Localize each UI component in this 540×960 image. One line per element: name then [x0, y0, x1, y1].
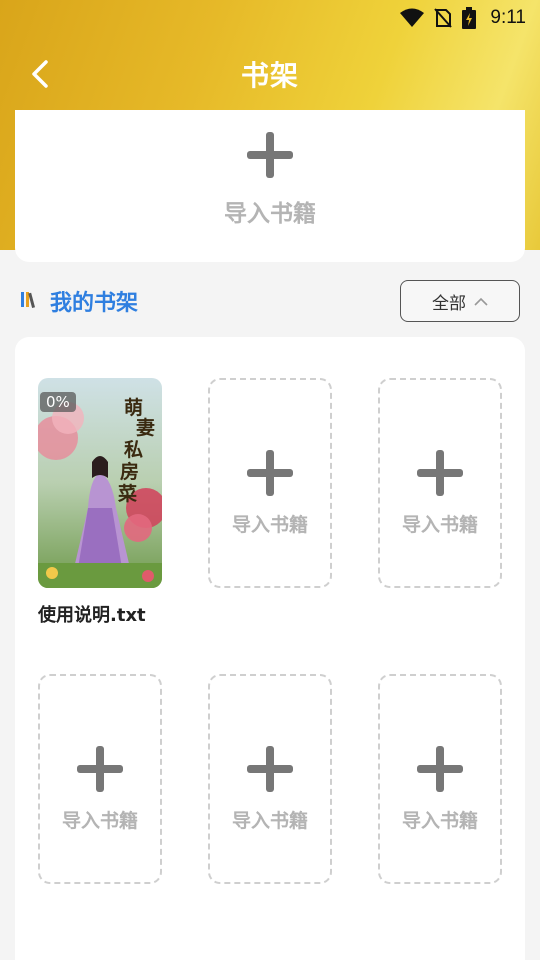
filter-dropdown[interactable]: 全部	[400, 280, 520, 322]
import-books-label: 导入书籍	[231, 810, 308, 832]
book-title[interactable]: 使用说明.txt	[38, 601, 146, 627]
shelf-header: 我的书架 全部	[20, 280, 520, 322]
book-cover[interactable]: 萌 妻 私 房 菜 0%	[38, 378, 162, 588]
battery-charging-icon	[462, 7, 477, 29]
books-icon	[20, 290, 38, 312]
import-books-label: 导入书籍	[61, 810, 138, 832]
no-sim-icon	[434, 8, 453, 28]
empty-import-slot[interactable]: 导入书籍	[208, 674, 332, 884]
status-time: 9:11	[490, 7, 526, 28]
plus-icon	[247, 450, 293, 496]
status-bar: 9:11	[0, 0, 540, 36]
progress-badge: 0%	[40, 392, 76, 412]
page-title: 书架	[240, 59, 299, 92]
plus-icon	[417, 450, 463, 496]
cover-title-char: 萌	[124, 396, 143, 419]
cover-title-char: 房	[120, 460, 139, 483]
plus-icon	[417, 746, 463, 792]
plus-icon	[247, 746, 293, 792]
chevron-up-icon	[474, 297, 488, 306]
empty-import-slot[interactable]: 导入书籍	[38, 674, 162, 884]
empty-import-slot[interactable]: 导入书籍	[378, 674, 502, 884]
empty-import-slot[interactable]: 导入书籍	[378, 378, 502, 588]
plus-icon	[247, 132, 293, 178]
import-books-label: 导入书籍	[401, 810, 478, 832]
filter-label: 全部	[432, 293, 466, 314]
empty-import-slot[interactable]: 导入书籍	[208, 378, 332, 588]
wifi-icon	[400, 8, 425, 28]
import-books-label: 导入书籍	[231, 514, 308, 536]
cover-title-char: 菜	[117, 482, 137, 505]
cover-title-char: 妻	[136, 416, 155, 439]
import-books-card[interactable]: 导入书籍	[15, 110, 525, 262]
import-books-label: 导入书籍	[401, 514, 478, 536]
import-books-label: 导入书籍	[224, 201, 316, 227]
shelf-title: 我的书架	[50, 291, 139, 316]
plus-icon	[77, 746, 123, 792]
cover-title-char: 私	[124, 439, 143, 461]
